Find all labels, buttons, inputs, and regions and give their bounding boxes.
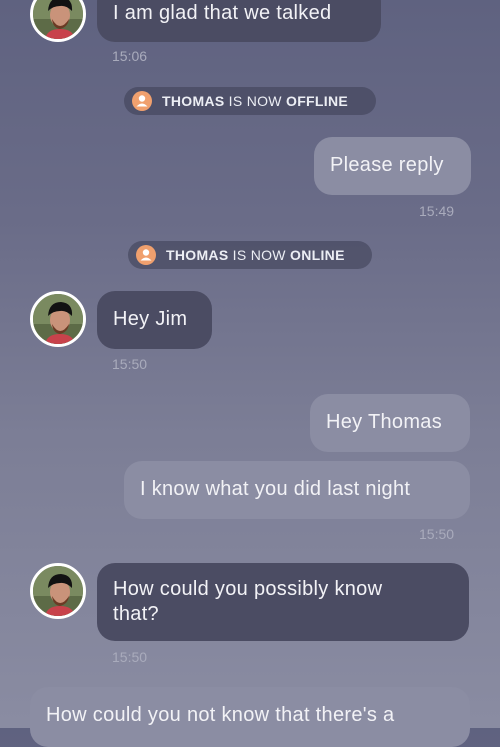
status-contact-name: THOMAS: [162, 93, 225, 109]
message-timestamp: 15:49: [419, 203, 455, 219]
status-offline-notice: THOMAS IS NOW OFFLINE: [124, 87, 376, 115]
contact-avatar[interactable]: [30, 0, 86, 42]
avatar-photo-icon: [33, 566, 83, 616]
message-timestamp: 15:50: [112, 356, 148, 372]
status-state: ONLINE: [290, 247, 345, 263]
message-text: How could you not know that there's a: [46, 704, 395, 726]
message-bubble[interactable]: I know what you did last night: [124, 461, 470, 519]
message-text: I know what you did last night: [140, 478, 411, 500]
message-bubble[interactable]: Hey Jim: [97, 291, 212, 349]
contact-avatar[interactable]: [30, 563, 86, 619]
status-text: IS NOW: [232, 247, 286, 263]
message-bubble[interactable]: Hey Thomas: [310, 394, 470, 452]
user-icon: [132, 91, 152, 111]
message-text: Please reply: [330, 154, 444, 176]
message-bubble[interactable]: I am glad that we talked: [97, 0, 381, 42]
message-text: Hey Jim: [113, 308, 188, 330]
avatar-photo-icon: [33, 0, 83, 39]
avatar-photo-icon: [33, 294, 83, 344]
message-text-line: How could you possibly know: [113, 578, 383, 600]
message-timestamp: 15:50: [419, 526, 455, 542]
message-bubble[interactable]: How could you not know that there's a: [30, 687, 470, 747]
contact-avatar[interactable]: [30, 291, 86, 347]
status-state: OFFLINE: [286, 93, 348, 109]
status-text: IS NOW: [228, 93, 282, 109]
status-contact-name: THOMAS: [166, 247, 229, 263]
message-text: I am glad that we talked: [113, 2, 332, 24]
message-timestamp: 15:06: [112, 48, 148, 64]
message-bubble[interactable]: How could you possibly know that?: [97, 563, 469, 641]
user-icon: [136, 245, 156, 265]
message-text-line: that?: [113, 603, 159, 625]
message-text: Hey Thomas: [326, 411, 443, 433]
message-timestamp: 15:50: [112, 649, 148, 665]
message-bubble[interactable]: Please reply: [314, 137, 471, 195]
status-online-notice: THOMAS IS NOW ONLINE: [128, 241, 372, 269]
